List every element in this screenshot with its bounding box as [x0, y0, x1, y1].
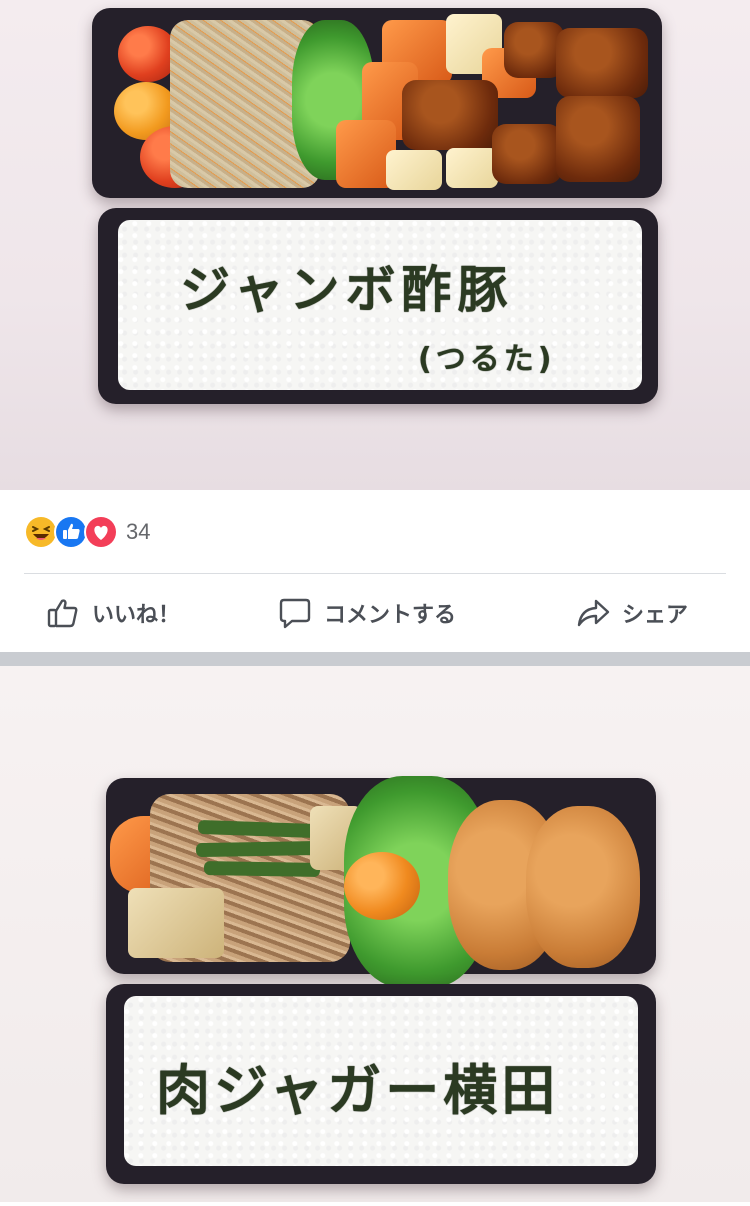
potato-cube	[386, 150, 442, 190]
thumbs-up-icon	[47, 599, 78, 628]
potato-chunk	[128, 888, 224, 958]
action-bar: いいね！ コメントする シェア	[0, 574, 750, 652]
nori-lettering-main: ジャンボ酢豚	[180, 261, 514, 319]
cherry-tomato	[344, 852, 420, 920]
nori-lettering-sub: (つるた)	[418, 342, 556, 377]
nori-lettering-main: 肉ジャガー横田	[156, 1059, 560, 1122]
divider	[24, 573, 726, 574]
reactions-bar[interactable]: 34	[0, 490, 750, 574]
sweet-sour-pork	[492, 124, 562, 184]
sweet-sour-pork	[556, 96, 640, 182]
cherry-tomato	[118, 26, 178, 82]
reaction-count[interactable]: 34	[126, 519, 150, 545]
share-button[interactable]: シェア	[474, 596, 750, 630]
bento-photo-2[interactable]: 肉ジャガー横田	[0, 666, 750, 1202]
comment-label: コメントする	[323, 603, 456, 628]
reaction-icons[interactable]	[24, 515, 118, 549]
love-heart-icon	[84, 515, 118, 549]
comment-bubble-icon	[279, 598, 311, 629]
share-arrow-icon	[577, 599, 610, 627]
green-beans	[203, 860, 321, 878]
like-button[interactable]: いいね！	[0, 596, 260, 630]
share-label: シェア	[621, 603, 688, 628]
potato-cube	[446, 148, 498, 188]
like-label: いいね！	[92, 603, 181, 628]
comment-button[interactable]: コメントする	[260, 596, 474, 630]
sweet-sour-pork	[556, 28, 648, 98]
post-separator	[0, 652, 750, 666]
sweet-sour-pork	[402, 80, 498, 150]
green-beans	[195, 840, 323, 858]
bento-photo-1[interactable]: ジャンボ酢豚 (つるた)	[0, 0, 750, 490]
laugh-emoji-icon	[24, 515, 58, 549]
like-thumb-icon	[54, 515, 88, 549]
sweet-sour-pork	[504, 22, 564, 78]
korokke	[526, 806, 640, 968]
